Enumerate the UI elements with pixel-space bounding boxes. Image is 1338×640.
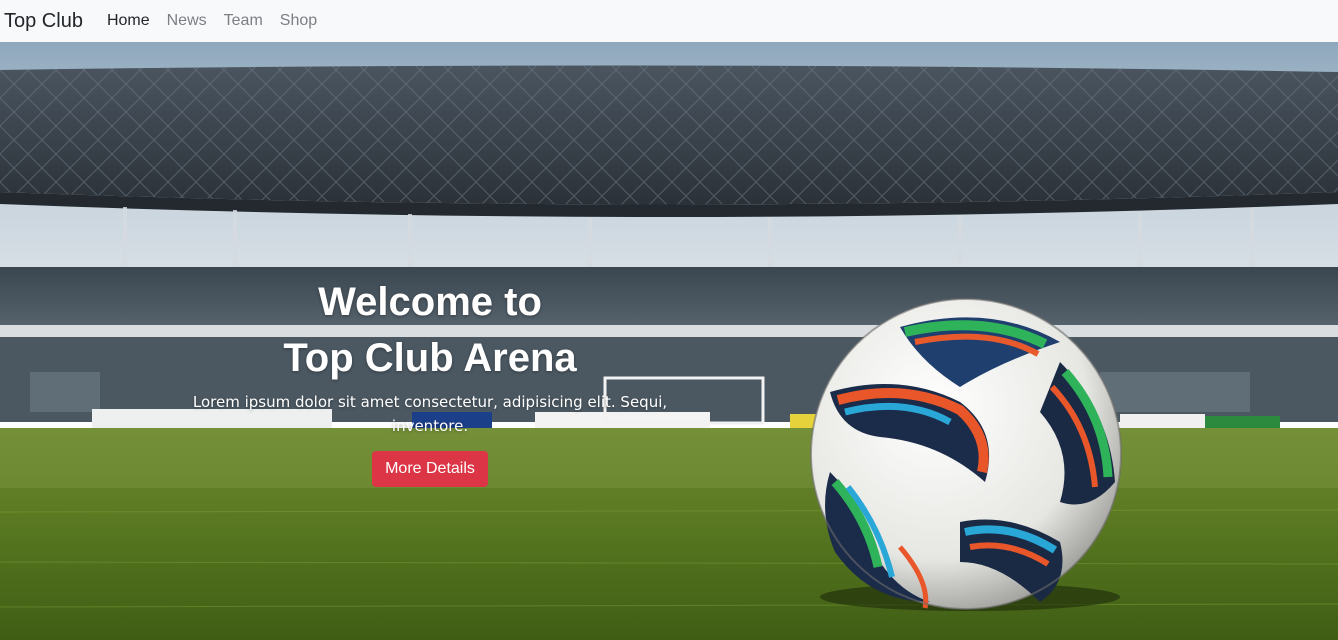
hero-title-line-2: Top Club Arena [283,336,577,380]
hero-caption: Welcome to Top Club Arena Lorem ipsum do… [160,274,700,487]
nav-link-team[interactable]: Team [224,6,263,36]
hero-title: Welcome to Top Club Arena [160,274,700,386]
nav-link-shop[interactable]: Shop [280,6,317,36]
soccer-ball-image [810,298,1122,610]
nav-link-home[interactable]: Home [107,6,150,36]
top-navbar: Top Club Home News Team Shop [0,0,1338,42]
more-details-button[interactable]: More Details [372,451,488,487]
nav-link-news[interactable]: News [167,6,207,36]
hero-title-line-1: Welcome to [318,280,542,324]
brand-logo[interactable]: Top Club [4,6,83,36]
hero-banner: Welcome to Top Club Arena Lorem ipsum do… [0,42,1338,640]
hero-subtitle: Lorem ipsum dolor sit amet consectetur, … [192,393,668,435]
